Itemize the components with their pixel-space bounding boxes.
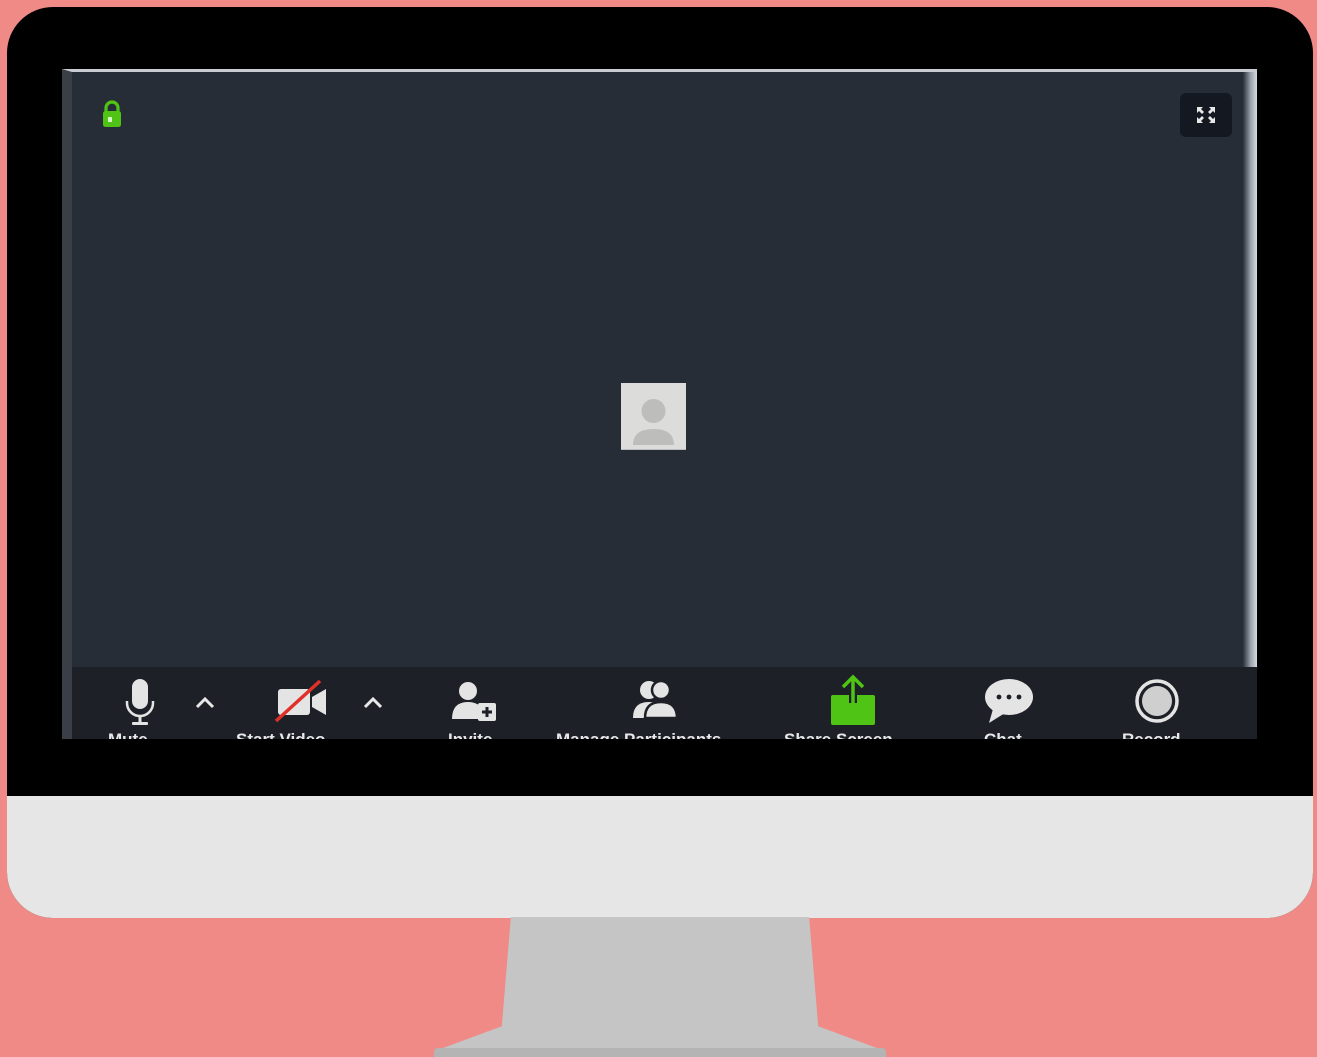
- chat-button[interactable]: Chat: [972, 667, 1046, 739]
- chat-label: Chat: [984, 730, 1022, 739]
- fullscreen-button[interactable]: [1180, 93, 1232, 137]
- share-screen-button[interactable]: Share Screen: [778, 667, 928, 739]
- chevron-up-icon: [363, 696, 383, 709]
- meeting-toolbar: Mute Start Video: [72, 667, 1257, 739]
- participants-icon: [633, 679, 679, 720]
- share-screen-label: Share Screen: [784, 730, 893, 739]
- video-off-icon: [274, 679, 326, 723]
- meeting-window: Mute Start Video: [62, 69, 1257, 739]
- start-video-button[interactable]: Start Video: [232, 667, 372, 739]
- start-video-label: Start Video: [236, 730, 325, 739]
- user-avatar-icon: [633, 399, 674, 445]
- participant-avatar: [621, 383, 686, 450]
- add-user-icon: [452, 682, 496, 721]
- record-label: Record: [1122, 730, 1181, 739]
- share-screen-icon: [831, 674, 875, 725]
- microphone-icon: [125, 679, 155, 725]
- manage-participants-button[interactable]: Manage Participants: [552, 667, 758, 739]
- mute-button[interactable]: Mute: [100, 667, 180, 739]
- video-options-caret[interactable]: [361, 693, 385, 711]
- audio-options-caret[interactable]: [193, 693, 217, 711]
- manage-participants-label: Manage Participants: [556, 730, 721, 739]
- window-edge: [1243, 72, 1257, 739]
- monitor-stand: [434, 917, 886, 1057]
- chat-icon: [985, 679, 1033, 723]
- mute-label: Mute: [108, 730, 148, 739]
- record-button[interactable]: Record: [1112, 667, 1202, 739]
- lock-icon: [102, 100, 122, 128]
- record-icon: [1135, 679, 1179, 723]
- invite-button[interactable]: Invite: [432, 667, 516, 739]
- fullscreen-icon: [1197, 107, 1215, 123]
- monitor-stand-base: [434, 1048, 886, 1057]
- chevron-up-icon: [195, 696, 215, 709]
- monitor-chin: [7, 796, 1313, 918]
- invite-label: Invite: [448, 730, 492, 739]
